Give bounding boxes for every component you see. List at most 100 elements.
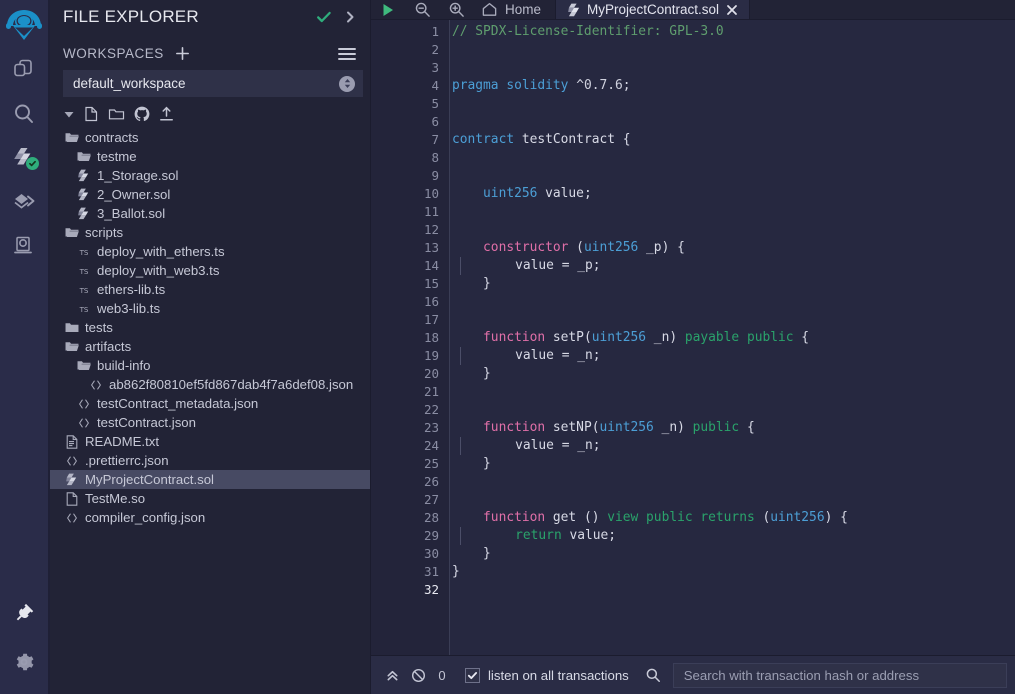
tree-item-myprojectcontract-sol[interactable]: MyProjectContract.sol bbox=[49, 470, 370, 489]
tree-item-testme-so[interactable]: TestMe.so bbox=[49, 489, 370, 508]
code-line[interactable]: function setNP(uint256 _n) public { bbox=[450, 419, 1015, 437]
github-icon[interactable] bbox=[134, 106, 150, 122]
code-line[interactable] bbox=[450, 401, 1015, 419]
code-line[interactable]: function get () view public returns (uin… bbox=[450, 509, 1015, 527]
editor-code[interactable]: // SPDX-License-Identifier: GPL-3.0 prag… bbox=[449, 20, 1015, 655]
code-line[interactable]: // SPDX-License-Identifier: GPL-3.0 bbox=[450, 23, 1015, 41]
tree-item-readme-txt[interactable]: README.txt bbox=[49, 432, 370, 451]
settings-icon[interactable] bbox=[0, 640, 49, 684]
remix-logo-icon[interactable] bbox=[0, 4, 49, 48]
run-play-icon[interactable] bbox=[371, 0, 405, 19]
chevrons-up-icon[interactable] bbox=[379, 668, 405, 683]
code-token: returns bbox=[700, 510, 755, 526]
code-line[interactable]: value = _n; bbox=[450, 347, 1015, 366]
page-title: FILE EXPLORER bbox=[63, 6, 199, 26]
new-file-icon[interactable] bbox=[84, 106, 99, 122]
tree-item-testme[interactable]: testme bbox=[49, 147, 370, 166]
chevron-right-icon[interactable] bbox=[340, 7, 360, 27]
code-line[interactable] bbox=[450, 149, 1015, 167]
close-icon[interactable] bbox=[726, 4, 738, 16]
code-token: pragma bbox=[452, 78, 499, 94]
panel-header: FILE EXPLORER bbox=[49, 0, 370, 33]
code-line[interactable]: } bbox=[450, 365, 1015, 383]
code-line[interactable] bbox=[450, 293, 1015, 311]
json-file-icon bbox=[63, 512, 80, 524]
file-explorer-icon[interactable] bbox=[0, 48, 49, 92]
tree-item-scripts[interactable]: scripts bbox=[49, 223, 370, 242]
search-icon[interactable] bbox=[645, 667, 661, 683]
code-line[interactable] bbox=[450, 113, 1015, 131]
code-line[interactable]: value = _p; bbox=[450, 257, 1015, 276]
collapse-all-icon[interactable] bbox=[63, 108, 75, 120]
debugger-icon[interactable] bbox=[0, 224, 49, 268]
tree-item-testcontract-metadata-json[interactable]: testContract_metadata.json bbox=[49, 394, 370, 413]
zoom-in-icon[interactable] bbox=[439, 0, 473, 19]
code-line[interactable] bbox=[450, 95, 1015, 113]
workspace-menu-icon[interactable] bbox=[337, 46, 357, 62]
code-line[interactable] bbox=[450, 491, 1015, 509]
tree-item-contracts[interactable]: contracts bbox=[49, 128, 370, 147]
code-line[interactable] bbox=[450, 167, 1015, 185]
tree-item-deploy-with-web3-ts[interactable]: TS deploy_with_web3.ts bbox=[49, 261, 370, 280]
transaction-search-input[interactable] bbox=[672, 662, 1007, 688]
listen-all-transactions-toggle[interactable]: listen on all transactions bbox=[465, 667, 629, 683]
code-line[interactable] bbox=[450, 311, 1015, 329]
tree-item-compiler-config-json[interactable]: compiler_config.json bbox=[49, 508, 370, 527]
upload-icon[interactable] bbox=[159, 106, 174, 122]
new-folder-icon[interactable] bbox=[108, 106, 125, 122]
ts-file-icon: TS bbox=[75, 246, 92, 258]
code-line[interactable]: uint256 value; bbox=[450, 185, 1015, 203]
code-token: function bbox=[483, 420, 546, 436]
line-number: 19 bbox=[423, 348, 439, 364]
tree-item-2-owner-sol[interactable]: 2_Owner.sol bbox=[49, 185, 370, 204]
code-line[interactable] bbox=[450, 59, 1015, 77]
search-icon[interactable] bbox=[0, 92, 49, 136]
code-line[interactable]: constructor (uint256 _p) { bbox=[450, 239, 1015, 257]
code-line[interactable]: pragma solidity ^0.7.6; bbox=[450, 77, 1015, 95]
code-token: setNP( bbox=[545, 420, 600, 436]
checkbox-checked-icon[interactable] bbox=[465, 667, 480, 683]
deploy-run-icon[interactable] bbox=[0, 180, 49, 224]
tree-item-3-ballot-sol[interactable]: 3_Ballot.sol bbox=[49, 204, 370, 223]
code-line[interactable] bbox=[450, 41, 1015, 59]
code-line[interactable] bbox=[450, 203, 1015, 221]
code-token: } bbox=[452, 564, 460, 580]
zoom-out-icon[interactable] bbox=[405, 0, 439, 19]
plugin-manager-icon[interactable] bbox=[0, 590, 49, 634]
tree-item-ab862f80810ef5fd867dab4f7a6def08-json[interactable]: ab862f80810ef5fd867dab4f7a6def08.json bbox=[49, 375, 370, 394]
code-line[interactable] bbox=[450, 383, 1015, 401]
code-token: ( bbox=[754, 510, 771, 526]
code-line[interactable]: contract testContract { bbox=[450, 131, 1015, 149]
tree-item-deploy-with-ethers-ts[interactable]: TS deploy_with_ethers.ts bbox=[49, 242, 370, 261]
tree-item-testcontract-json[interactable]: testContract.json bbox=[49, 413, 370, 432]
tree-item-web3-lib-ts[interactable]: TS web3-lib.ts bbox=[49, 299, 370, 318]
home-tab[interactable]: Home bbox=[473, 0, 555, 19]
tree-item-1-storage-sol[interactable]: 1_Storage.sol bbox=[49, 166, 370, 185]
tree-item-ethers-lib-ts[interactable]: TS ethers-lib.ts bbox=[49, 280, 370, 299]
tree-item-artifacts[interactable]: artifacts bbox=[49, 337, 370, 356]
code-line[interactable] bbox=[450, 221, 1015, 239]
line-number: 15 bbox=[423, 276, 439, 292]
code-line[interactable]: function setP(uint256 _n) payable public… bbox=[450, 329, 1015, 347]
clear-console-icon[interactable] bbox=[405, 668, 431, 683]
check-icon[interactable] bbox=[314, 7, 334, 27]
solidity-compiler-icon[interactable] bbox=[0, 136, 49, 180]
code-line[interactable]: } bbox=[450, 545, 1015, 563]
code-editor[interactable]: 1 2 3 4 5 6 7 8 9 10 11 12 13 14 15 16 17 18 19 20 21 22 23 24 2… bbox=[371, 20, 1015, 655]
add-workspace-icon[interactable] bbox=[174, 45, 191, 62]
code-line[interactable] bbox=[450, 473, 1015, 491]
tree-item-label: ethers-lib.ts bbox=[97, 282, 166, 297]
code-line[interactable]: } bbox=[450, 563, 1015, 581]
tree-item-tests[interactable]: tests bbox=[49, 318, 370, 337]
workspace-select[interactable]: default_workspace bbox=[63, 70, 363, 97]
line-number: 16 bbox=[423, 294, 439, 310]
tree-item-label: TestMe.so bbox=[85, 491, 146, 506]
tree-item-prettierrc-json[interactable]: .prettierrc.json bbox=[49, 451, 370, 470]
tree-item-build-info[interactable]: build-info bbox=[49, 356, 370, 375]
code-line[interactable]: return value; bbox=[450, 527, 1015, 546]
code-line[interactable] bbox=[450, 581, 1015, 599]
code-line[interactable]: value = _n; bbox=[450, 437, 1015, 456]
code-line[interactable]: } bbox=[450, 275, 1015, 293]
code-line[interactable]: } bbox=[450, 455, 1015, 473]
tab-myprojectcontract-sol[interactable]: MyProjectContract.sol bbox=[555, 0, 751, 20]
